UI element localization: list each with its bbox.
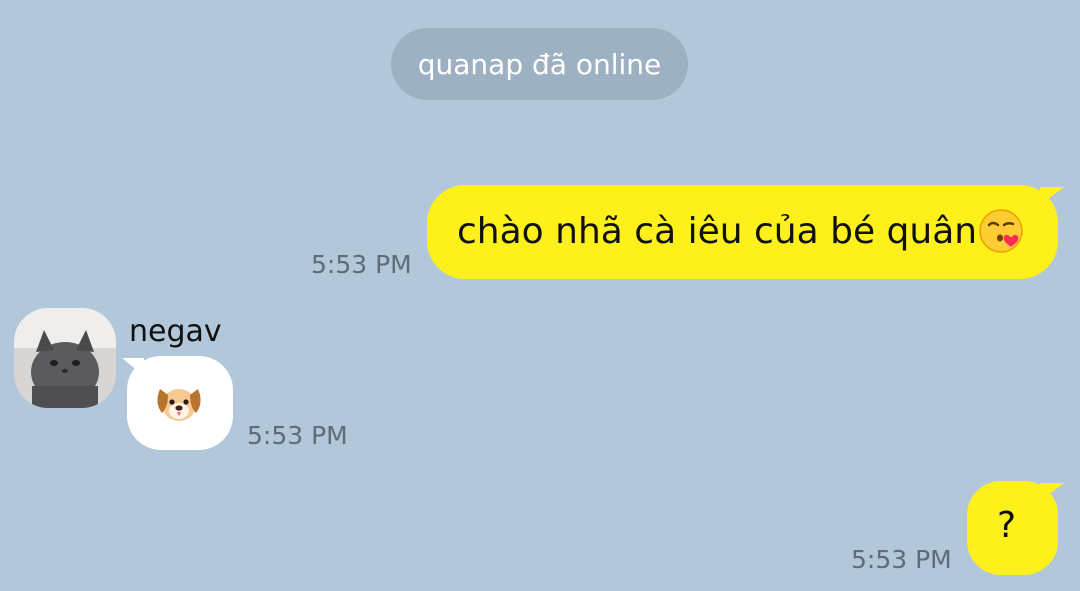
cat-photo-avatar[interactable] [14, 308, 116, 408]
outgoing-bubble-tail [1040, 187, 1064, 205]
sender-name[interactable]: negav [129, 314, 222, 349]
kissing-face-heart-icon [977, 207, 1025, 255]
message-text: ? [997, 505, 1017, 546]
message-timestamp: 5:53 PM [247, 421, 348, 450]
incoming-message-bubble[interactable] [127, 356, 233, 450]
outgoing-message-bubble[interactable]: chào nhã cà iêu của bé quân [427, 185, 1058, 279]
dog-face-icon [153, 381, 205, 425]
outgoing-bubble-tail [1040, 483, 1064, 501]
message-timestamp: 5:53 PM [851, 545, 952, 574]
message-text: chào nhã cà iêu của bé quân [457, 210, 978, 252]
system-message-pill: quanap đã online [391, 28, 688, 100]
message-timestamp: 5:53 PM [311, 250, 412, 279]
system-message-text: quanap đã online [417, 47, 662, 81]
